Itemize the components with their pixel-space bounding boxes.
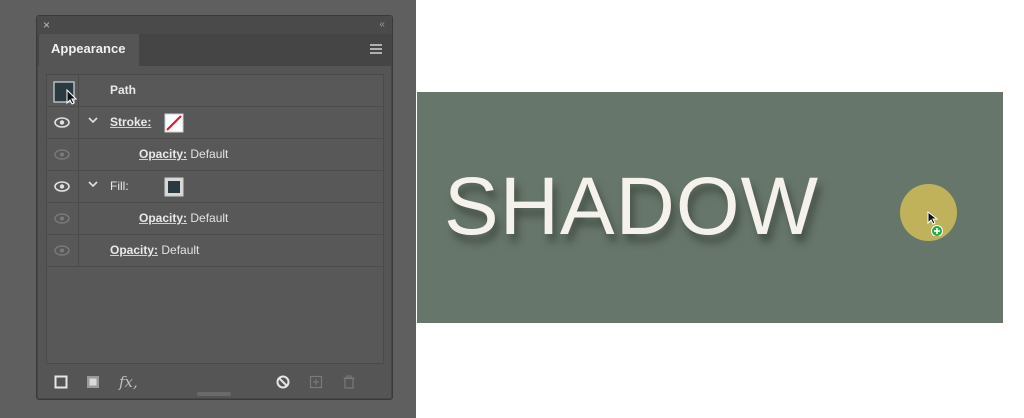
fx-icon[interactable]: fx, bbox=[119, 373, 138, 391]
path-label: Path bbox=[110, 83, 137, 97]
drag-copy-cursor-icon bbox=[927, 210, 943, 236]
add-new-fill-icon[interactable] bbox=[86, 375, 100, 389]
object-opacity-row[interactable]: Opacity: Default bbox=[47, 235, 383, 267]
column-divider bbox=[78, 75, 79, 106]
close-icon[interactable]: × bbox=[43, 17, 50, 33]
fill-opacity-label: Opacity: Default bbox=[139, 203, 228, 234]
fill-swatch-icon[interactable] bbox=[164, 177, 184, 197]
stroke-opacity-value: Default bbox=[190, 147, 229, 161]
column-divider bbox=[78, 235, 79, 266]
fill-opacity-row[interactable]: Opacity: Default bbox=[47, 203, 383, 235]
visibility-eye-icon[interactable] bbox=[54, 117, 70, 128]
stroke-opacity-link[interactable]: Opacity: bbox=[139, 147, 187, 161]
object-opacity-value: Default bbox=[161, 243, 200, 257]
panel-titlebar: × ‹‹ bbox=[37, 16, 392, 34]
hamburger-menu-icon[interactable] bbox=[370, 44, 382, 56]
fill-label: Fill: bbox=[110, 179, 129, 193]
stroke-row[interactable]: Stroke: bbox=[47, 107, 383, 139]
appearance-panel: × ‹‹ Appearance Path Stroke: Opacity: De… bbox=[36, 15, 393, 400]
object-opacity-label: Opacity: Default bbox=[110, 235, 199, 266]
delete-item-icon[interactable] bbox=[342, 375, 356, 389]
column-divider bbox=[78, 203, 79, 234]
fill-row[interactable]: Fill: bbox=[47, 171, 383, 203]
object-opacity-link[interactable]: Opacity: bbox=[110, 243, 158, 257]
fill-opacity-link[interactable]: Opacity: bbox=[139, 211, 187, 225]
collapse-icon[interactable]: ‹‹ bbox=[379, 17, 385, 33]
stroke-opacity-label: Opacity: Default bbox=[139, 139, 228, 170]
fill-opacity-value: Default bbox=[190, 211, 229, 225]
appearance-list: Path Stroke: Opacity: Default Fill: Opac… bbox=[46, 74, 384, 364]
column-divider bbox=[78, 171, 79, 202]
column-divider bbox=[78, 107, 79, 138]
panel-resize-grip[interactable] bbox=[197, 392, 231, 396]
visibility-eye-icon-dim[interactable] bbox=[54, 245, 70, 256]
clear-appearance-icon[interactable] bbox=[276, 375, 290, 389]
visibility-eye-icon[interactable] bbox=[54, 181, 70, 192]
path-thumbnail-icon[interactable] bbox=[53, 81, 77, 105]
tab-appearance[interactable]: Appearance bbox=[39, 34, 139, 66]
visibility-eye-icon-dim[interactable] bbox=[54, 149, 70, 160]
stroke-opacity-row[interactable]: Opacity: Default bbox=[47, 139, 383, 171]
stroke-none-swatch-icon[interactable] bbox=[164, 113, 184, 133]
duplicate-item-icon[interactable] bbox=[309, 375, 323, 389]
stroke-label[interactable]: Stroke: bbox=[110, 107, 151, 138]
column-divider bbox=[78, 139, 79, 170]
artboard-rectangle[interactable]: SHADOW bbox=[417, 92, 1003, 323]
chevron-down-icon[interactable] bbox=[88, 115, 98, 125]
path-row[interactable]: Path bbox=[47, 75, 383, 107]
shadow-text-object[interactable]: SHADOW bbox=[444, 162, 819, 252]
add-new-stroke-icon[interactable] bbox=[54, 375, 68, 389]
panel-tabbar: Appearance bbox=[37, 34, 392, 66]
chevron-down-icon[interactable] bbox=[88, 179, 98, 189]
visibility-eye-icon-dim[interactable] bbox=[54, 213, 70, 224]
